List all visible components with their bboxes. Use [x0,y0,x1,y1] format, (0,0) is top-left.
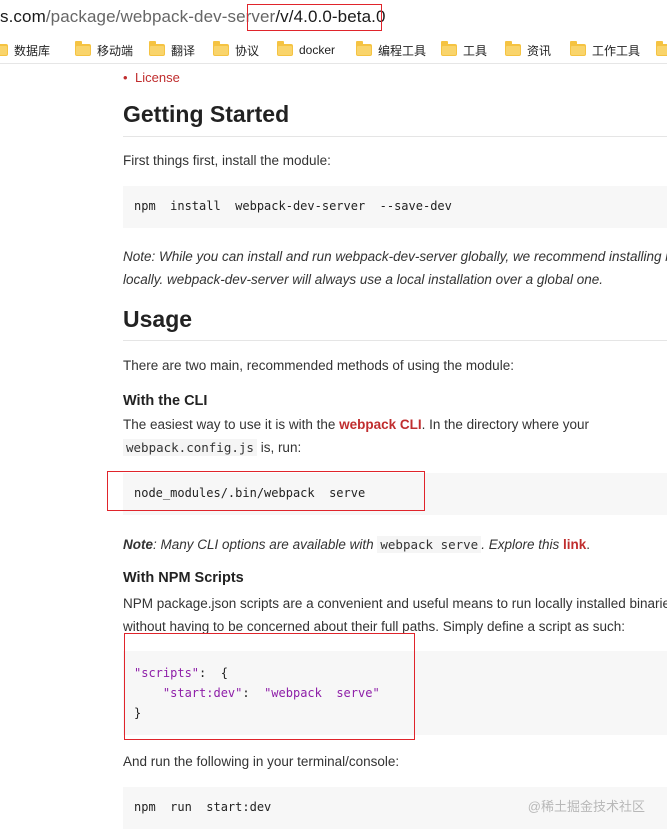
bookmark-protocol[interactable]: 协议 [213,40,259,60]
bookmark-label: 编程工具 [378,43,427,58]
note-code: webpack serve [377,536,482,553]
heading-with-the-cli: With the CLI [123,393,208,409]
heading-divider [123,136,667,137]
bookmark-label: 工具 [463,43,488,58]
install-note-line-1: Note: While you can install and run webp… [123,245,667,268]
npm-scripts-highlight-box [124,633,415,740]
cli-text-line-2: webpack.config.js is, run: [123,436,301,459]
bookmark-news[interactable]: 资讯 [505,40,551,60]
cli-command-highlight-box [107,471,425,511]
note-text: Note: While you can install and run webp… [123,249,667,264]
url-version-highlight-box [247,4,382,31]
bookmark-tools[interactable]: 工具 [441,40,487,60]
note-label: Note [123,537,153,552]
folder-icon [213,41,229,56]
folder-icon [75,41,91,56]
cli-text-line-1: The easiest way to use it is with the we… [123,413,589,436]
bookmark-work-tools[interactable]: 工作工具 [570,40,640,60]
heading-divider [123,340,667,341]
folder-icon [0,44,8,56]
folder-icon [656,41,667,56]
bookmark-label: 移动端 [97,43,134,58]
bookmark-overflow[interactable] [656,40,667,60]
explore-link[interactable]: link [563,537,586,552]
cli-text: The easiest way to use it is with the [123,417,340,432]
cli-text: is, run: [256,440,302,455]
run-text: And run the following in your terminal/c… [123,754,400,769]
install-note-line-2: locally. webpack-dev-server will always … [123,268,603,291]
folder-icon [441,41,457,56]
webpack-cli-link[interactable]: webpack CLI [339,417,422,432]
bookmark-label: docker [299,43,336,57]
bookmark-db[interactable]: 数据库 [0,40,50,60]
note-text: : Many CLI options are available with [153,537,378,552]
address-bar[interactable]: s.com/package/webpack-dev-server/v/4.0.0… [0,0,667,36]
heading-with-npm-scripts: With NPM Scripts [123,570,244,586]
note-text: . [586,537,591,552]
usage-intro: There are two main, recommended methods … [123,358,514,373]
cli-note: Note: Many CLI options are available wit… [123,533,590,556]
watermark: @稀土掘金技术社区 [527,799,645,814]
toc-link-license[interactable]: License [123,70,180,85]
bookmark-label: 数据库 [14,43,51,58]
bookmark-label: 工作工具 [592,43,641,58]
folder-icon [277,41,293,56]
bookmark-translate[interactable]: 翻译 [149,40,195,60]
install-intro: First things first, install the module: [123,153,331,168]
url-domain: s.com [0,7,46,26]
url-path: /package/webpack-dev-server [45,7,276,26]
install-command: npm install webpack-dev-server --save-de… [134,199,452,213]
bookmark-dev-tools[interactable]: 编程工具 [356,40,426,60]
config-file-code: webpack.config.js [123,439,257,456]
install-code-block: npm install webpack-dev-server --save-de… [123,186,667,228]
run-command: npm run start:dev [134,800,272,814]
bookmarks-bar: 数据库 移动端 翻译 协议 docker 编程工具 工具 资讯 工作工具 [0,36,667,64]
bookmark-label: 协议 [235,43,260,58]
bookmark-label: 资讯 [527,43,552,58]
cli-text: . In the directory where your [421,417,589,432]
bookmark-label: 翻译 [171,43,196,58]
note-text: locally. webpack-dev-server will always … [123,272,603,287]
bookmark-docker[interactable]: docker [277,40,335,60]
folder-icon [149,41,165,56]
folder-icon [356,41,372,56]
folder-icon [505,41,521,56]
heading-usage: Usage [123,306,193,332]
folder-icon [570,41,586,56]
note-text: . Explore this [481,537,564,552]
npm-text-line-1: NPM package.json scripts are a convenien… [123,596,667,611]
bookmark-mobile[interactable]: 移动端 [75,40,133,60]
heading-getting-started: Getting Started [123,101,290,127]
